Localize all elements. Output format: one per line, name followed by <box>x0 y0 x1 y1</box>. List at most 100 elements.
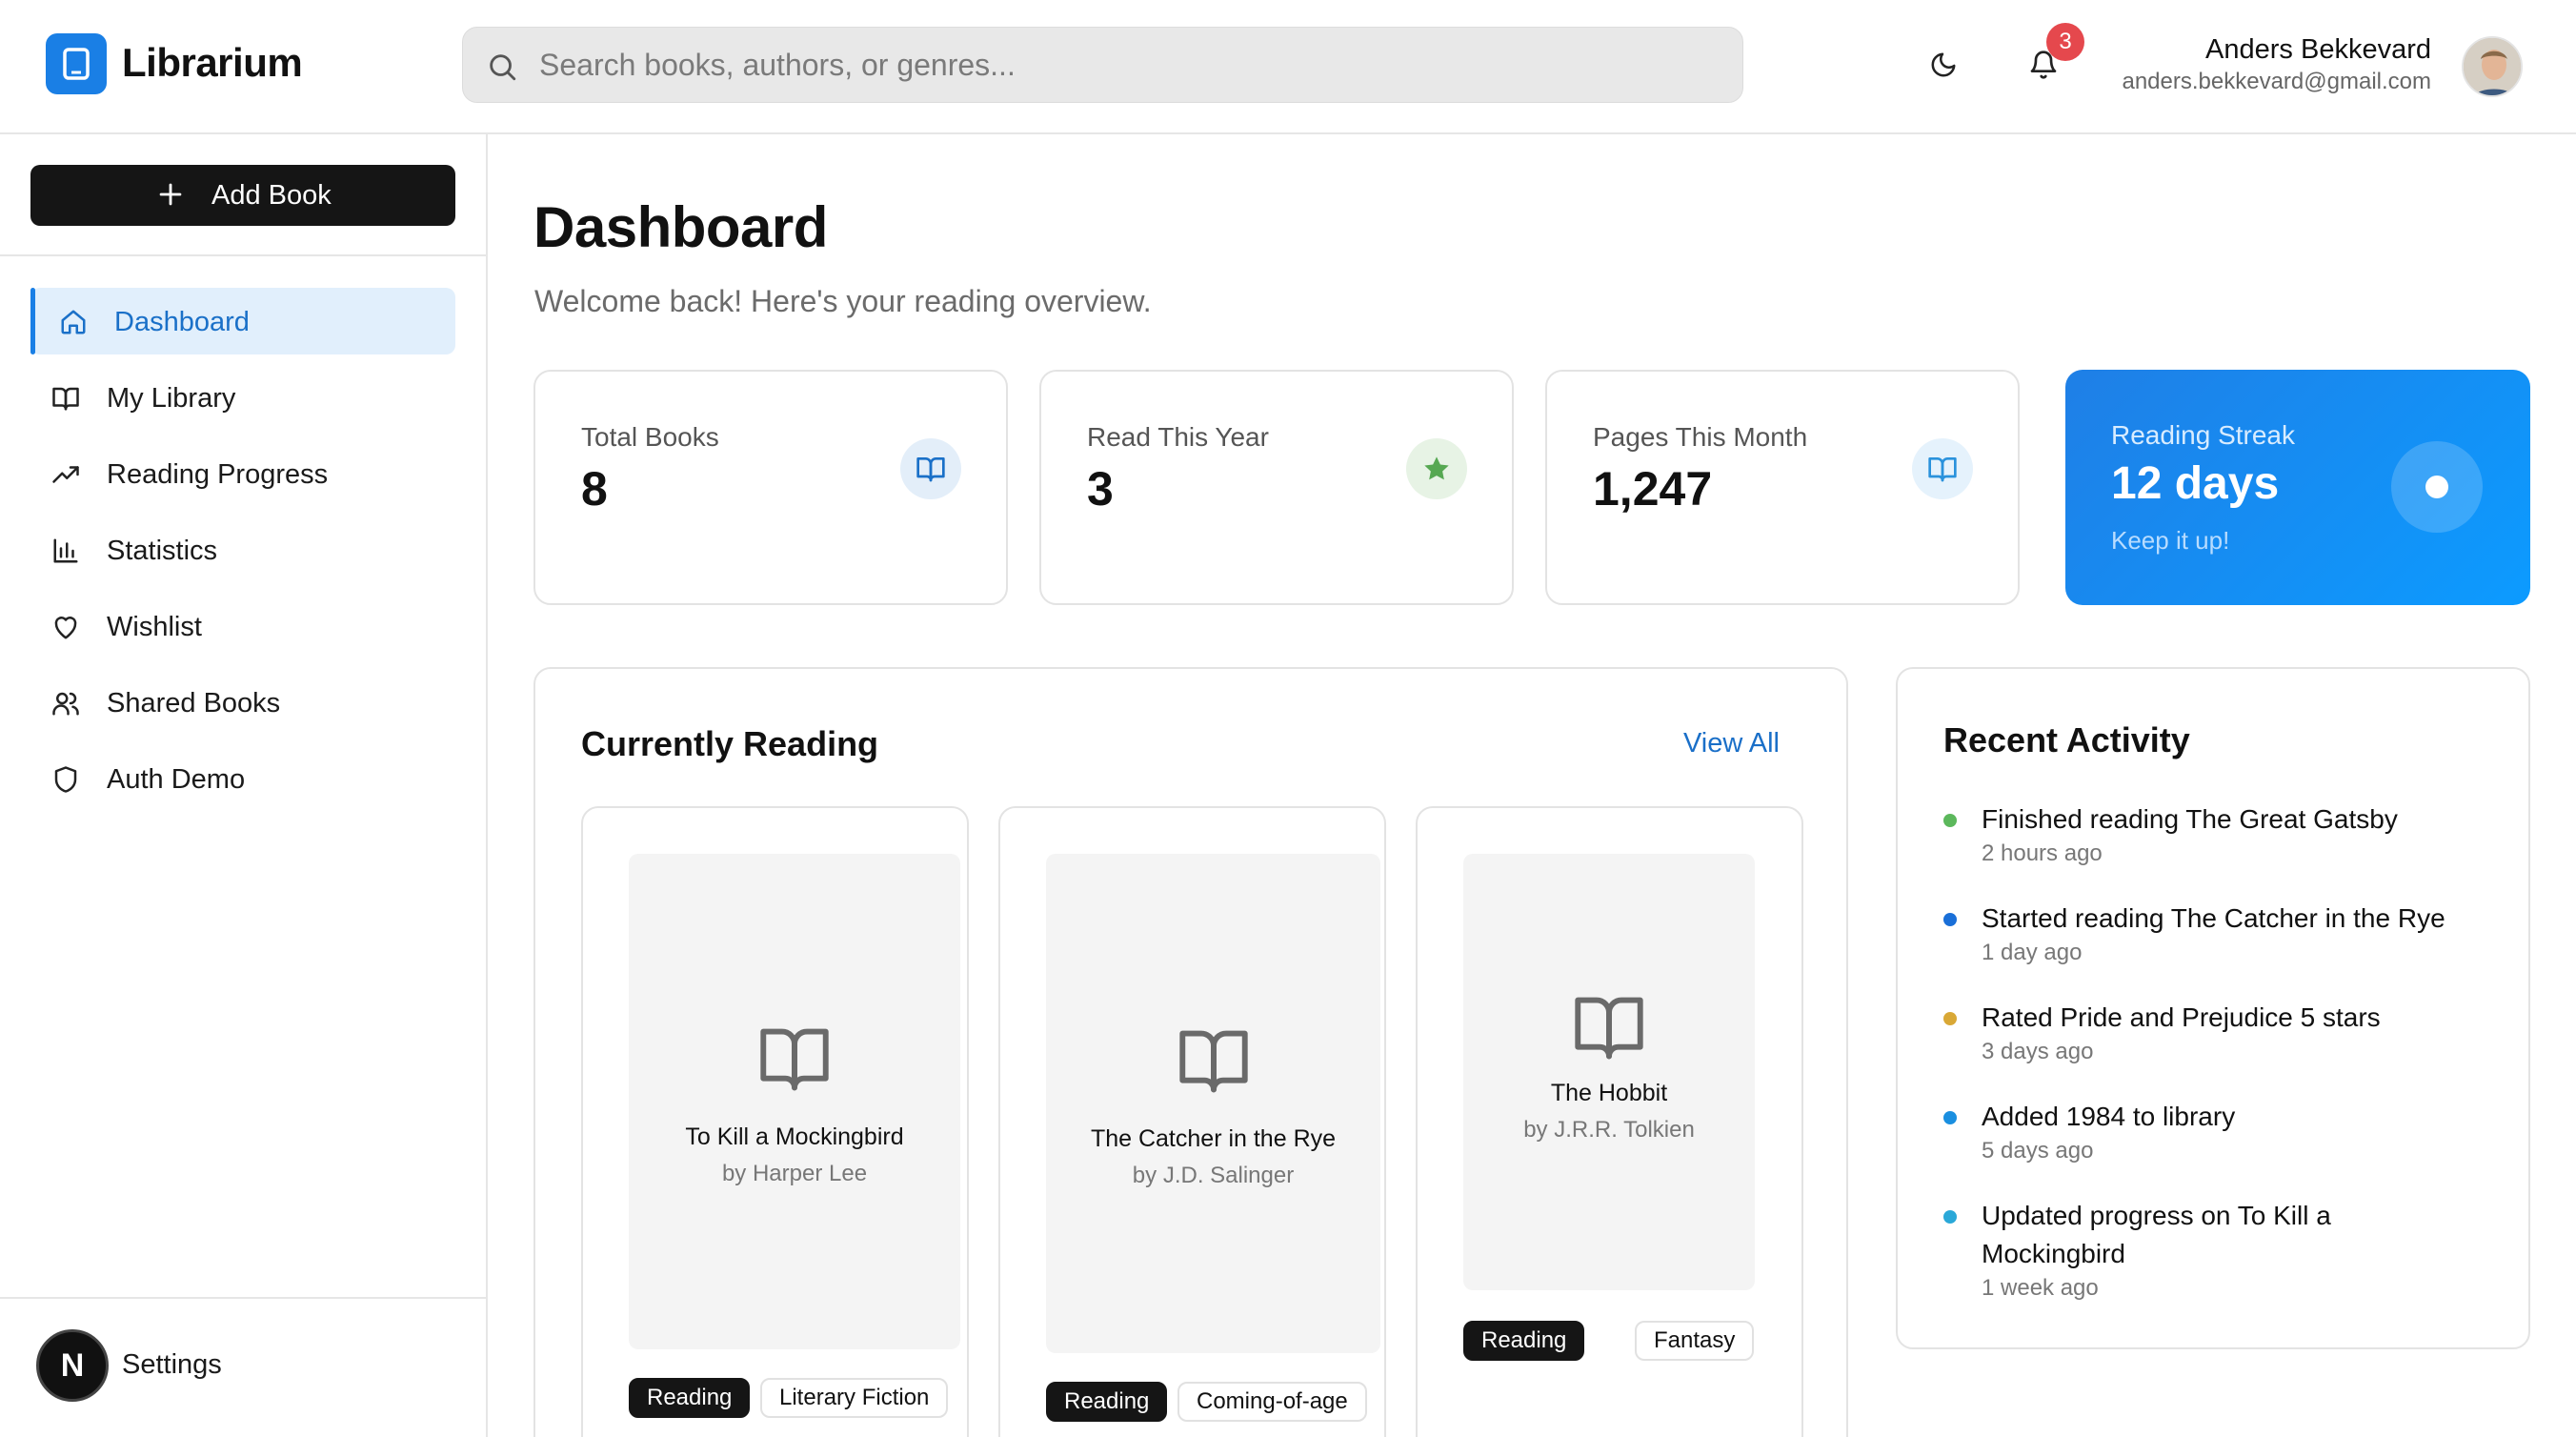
fade-overlay <box>1000 1433 1384 1437</box>
book-author: by J.R.R. Tolkien <box>1523 1117 1695 1143</box>
status-dot <box>1943 1111 1957 1124</box>
genre-badge: Fantasy <box>1635 1321 1755 1361</box>
book-card[interactable]: The Hobbit by J.R.R. Tolkien Reading Fan… <box>1416 806 1803 1437</box>
stat-value: 1,247 <box>1593 462 1713 516</box>
activity-text: Rated Pride and Prejudice 5 stars <box>1982 1002 2381 1032</box>
sidebar-item-my-library[interactable]: My Library <box>30 364 455 431</box>
book-open-icon <box>1179 1030 1248 1093</box>
stat-card-pages-this-month: Pages This Month 1,247 <box>1545 370 2020 605</box>
sidebar-item-label: Auth Demo <box>107 764 246 795</box>
sidebar-item-label: Shared Books <box>107 688 281 718</box>
activity-text: Started reading The Catcher in the Rye <box>1982 903 2445 933</box>
activity-time: 1 week ago <box>1982 1275 2099 1301</box>
book-card[interactable]: To Kill a Mockingbird by Harper Lee Read… <box>581 806 969 1437</box>
add-book-button[interactable]: Add Book <box>30 165 455 226</box>
star-icon <box>1406 438 1467 499</box>
book-cover: To Kill a Mockingbird by Harper Lee <box>629 854 960 1349</box>
status-dot <box>1943 1012 1957 1025</box>
activity-text: Added 1984 to library <box>1982 1102 2236 1131</box>
stat-card-reading-streak: Reading Streak 12 days Keep it up! <box>2065 370 2530 605</box>
stat-card-total-books: Total Books 8 <box>533 370 1008 605</box>
sidebar-item-label: Wishlist <box>107 612 202 642</box>
stat-value: 12 days <box>2111 458 2280 509</box>
book-open-icon <box>1575 997 1643 1060</box>
settings-link[interactable]: Settings <box>122 1349 222 1381</box>
genre-badge: Literary Fiction <box>760 1378 949 1418</box>
plus-icon <box>159 183 182 206</box>
fade-overlay <box>1418 1405 1801 1437</box>
status-badge: Reading <box>1046 1382 1168 1422</box>
activity-time: 5 days ago <box>1982 1138 2094 1164</box>
divider <box>0 254 486 256</box>
search-icon <box>490 54 516 81</box>
book-card[interactable]: The Catcher in the Rye by J.D. Salinger … <box>998 806 1386 1437</box>
top-bar: Librarium 3 Anders Bekkevard anders.bekk… <box>0 0 2576 134</box>
page-subtitle: Welcome back! Here's your reading overvi… <box>534 284 1152 318</box>
sidebar-item-auth-demo[interactable]: Auth Demo <box>30 745 455 812</box>
logo-icon[interactable] <box>46 33 107 94</box>
sidebar-item-wishlist[interactable]: Wishlist <box>30 593 455 659</box>
book-title: The Hobbit <box>1550 1080 1668 1106</box>
book-open-icon <box>1912 438 1973 499</box>
stat-value: 3 <box>1087 462 1114 516</box>
sidebar-item-dashboard[interactable]: Dashboard <box>30 288 455 354</box>
sidebar-item-shared-books[interactable]: Shared Books <box>30 669 455 736</box>
status-dot <box>1943 913 1957 926</box>
sidebar: Add Book Dashboard My Library Reading Pr… <box>0 134 488 1437</box>
stat-label: Read This Year <box>1087 422 1269 452</box>
users-icon <box>52 692 79 716</box>
status-badge: Reading <box>629 1378 751 1418</box>
user-name: Anders Bekkevard <box>2205 34 2431 65</box>
book-open-icon <box>52 387 79 411</box>
status-dot <box>1943 814 1957 827</box>
avatar[interactable] <box>2462 36 2523 97</box>
sidebar-item-reading-progress[interactable]: Reading Progress <box>30 440 455 507</box>
trending-up-icon <box>52 466 79 483</box>
genre-badge: Coming-of-age <box>1177 1382 1367 1422</box>
divider <box>0 1297 486 1299</box>
activity-text: Updated progress on To Kill a Mockingbir… <box>1982 1201 2331 1268</box>
workspace-avatar[interactable]: N <box>36 1329 109 1402</box>
book-open-icon <box>760 1028 829 1091</box>
fade-overlay <box>583 1433 967 1437</box>
activity-time: 2 hours ago <box>1982 840 2103 866</box>
heart-icon <box>54 617 77 639</box>
user-email: anders.bekkevard@gmail.com <box>2122 69 2431 94</box>
book-open-icon <box>900 438 961 499</box>
stat-card-read-this-year: Read This Year 3 <box>1039 370 1514 605</box>
sidebar-item-label: Statistics <box>107 536 218 566</box>
book-title: The Catcher in the Rye <box>1090 1125 1337 1152</box>
search-bar[interactable] <box>462 27 1743 103</box>
section-title: Currently Reading <box>581 724 879 763</box>
sidebar-item-label: Reading Progress <box>107 459 329 490</box>
book-cover: The Hobbit by J.R.R. Tolkien <box>1463 854 1755 1290</box>
sidebar-item-label: My Library <box>107 383 236 414</box>
notification-badge: 3 <box>2046 23 2084 61</box>
theme-toggle-button[interactable] <box>1915 36 1972 93</box>
bar-chart-icon <box>53 538 78 563</box>
shield-icon <box>54 766 77 793</box>
status-dot <box>1943 1210 1957 1224</box>
stat-label: Total Books <box>581 422 719 452</box>
search-input[interactable] <box>539 28 1721 102</box>
activity-text: Finished reading The Great Gatsby <box>1982 804 2398 834</box>
book-author: by Harper Lee <box>721 1161 868 1186</box>
sidebar-item-label: Dashboard <box>114 307 250 337</box>
status-badge: Reading <box>1463 1321 1585 1361</box>
streak-message: Keep it up! <box>2111 526 2230 555</box>
sidebar-item-statistics[interactable]: Statistics <box>30 516 455 583</box>
add-book-label: Add Book <box>211 180 332 211</box>
view-all-link[interactable]: View All <box>1683 728 1780 759</box>
stat-value: 8 <box>581 462 608 516</box>
book-title: To Kill a Mockingbird <box>685 1123 904 1150</box>
stat-label: Pages This Month <box>1593 422 1808 452</box>
app-name[interactable]: Librarium <box>122 40 303 86</box>
currently-reading-panel: Currently Reading View All To Kill a Moc… <box>533 667 1848 1437</box>
activity-time: 1 day ago <box>1982 940 2083 965</box>
book-cover: The Catcher in the Rye by J.D. Salinger <box>1046 854 1380 1353</box>
section-title: Recent Activity <box>1943 720 2190 759</box>
target-icon <box>2391 441 2483 533</box>
page-title: Dashboard <box>533 195 828 259</box>
recent-activity-panel: Recent Activity Finished reading The Gre… <box>1896 667 2530 1349</box>
home-icon <box>61 310 86 334</box>
